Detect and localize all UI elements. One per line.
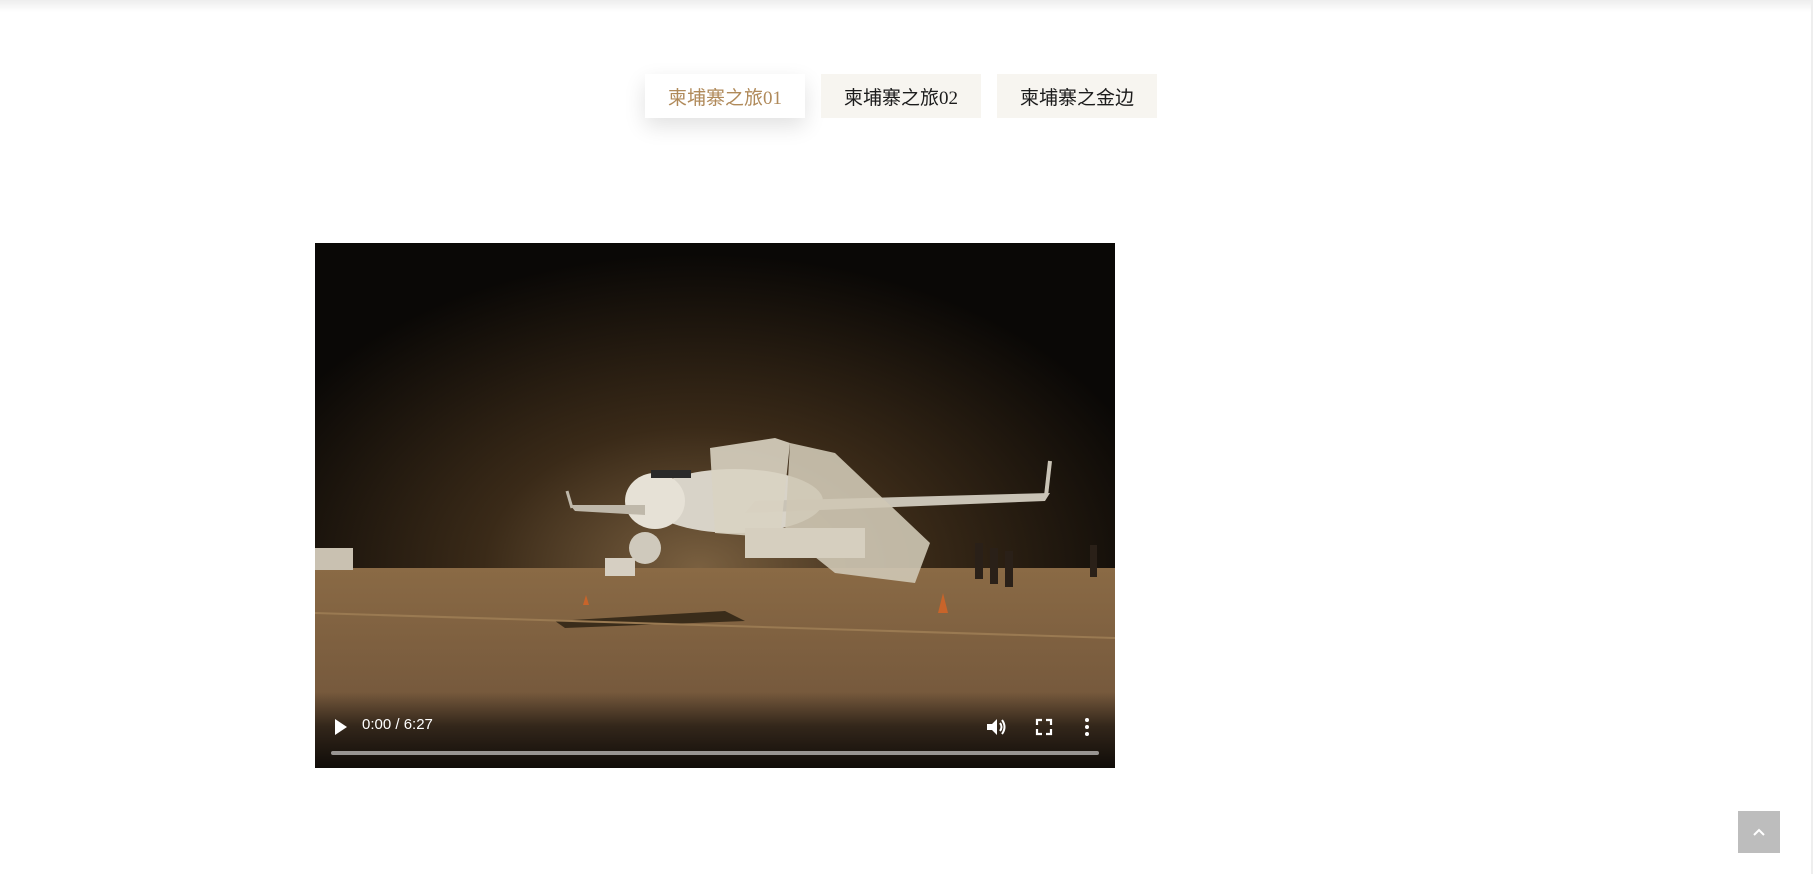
fullscreen-icon[interactable] bbox=[1034, 717, 1054, 737]
more-vert-icon[interactable] bbox=[1083, 716, 1091, 738]
volume-icon[interactable] bbox=[985, 716, 1007, 738]
tab-label: 柬埔寨之旅01 bbox=[668, 87, 783, 109]
tab-cambodia-phnom-penh[interactable]: 柬埔寨之金边 bbox=[997, 74, 1158, 118]
video-player[interactable]: 0:00 / 6:27 bbox=[315, 243, 1115, 768]
video-controls: 0:00 / 6:27 bbox=[315, 692, 1115, 768]
tab-label: 柬埔寨之金边 bbox=[1020, 87, 1135, 109]
tab-cambodia-trip-02[interactable]: 柬埔寨之旅02 bbox=[821, 74, 982, 118]
chevron-up-icon bbox=[1753, 828, 1765, 836]
video-tabs: 柬埔寨之旅01 柬埔寨之旅02 柬埔寨之金边 bbox=[645, 74, 1158, 118]
back-to-top-button[interactable] bbox=[1738, 811, 1780, 853]
video-progress-bar[interactable] bbox=[331, 751, 1099, 755]
video-time: 0:00 / 6:27 bbox=[362, 716, 433, 733]
tab-label: 柬埔寨之旅02 bbox=[844, 87, 959, 109]
tab-cambodia-trip-01[interactable]: 柬埔寨之旅01 bbox=[645, 74, 806, 118]
video-frame bbox=[315, 243, 1115, 768]
play-icon[interactable] bbox=[333, 717, 349, 737]
header-shadow bbox=[0, 0, 1813, 12]
